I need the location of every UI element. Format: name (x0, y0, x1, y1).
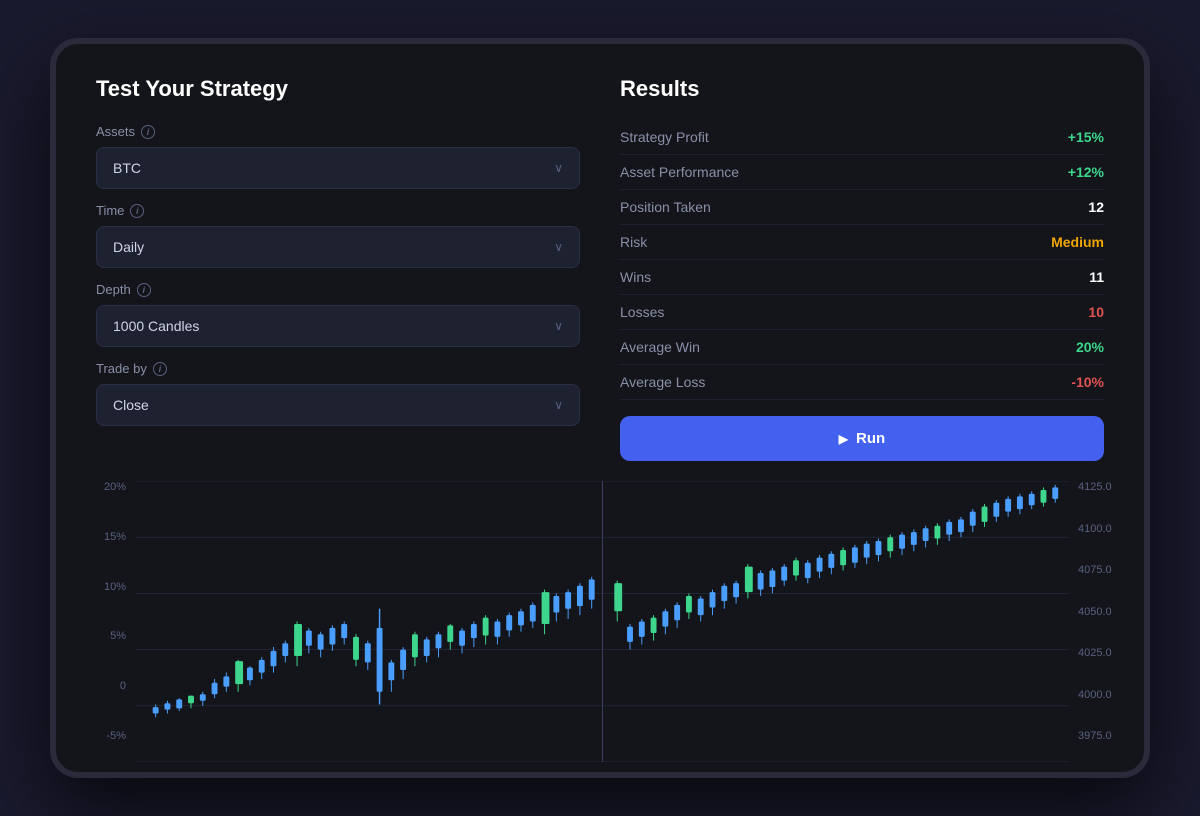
avg-win-value: 20% (1076, 339, 1104, 355)
y-right-label-0: 4125.0 (1074, 481, 1124, 493)
top-section: Test Your Strategy Assets i BTC ∨ Time (56, 44, 1144, 481)
strategy-profit-label: Strategy Profit (620, 129, 709, 145)
time-select[interactable]: Daily ∨ (96, 226, 580, 268)
device-frame: Test Your Strategy Assets i BTC ∨ Time (50, 38, 1150, 778)
result-row-asset-performance: Asset Performance +12% (620, 155, 1104, 190)
depth-chevron-icon: ∨ (554, 319, 563, 333)
y-left-label-5: -5% (96, 730, 132, 742)
y-right-label-2: 4075.0 (1074, 564, 1124, 576)
result-row-avg-loss: Average Loss -10% (620, 365, 1104, 400)
depth-info-icon[interactable]: i (137, 283, 151, 297)
wins-value: 11 (1089, 269, 1104, 285)
time-info-icon[interactable]: i (130, 204, 144, 218)
strategy-profit-value: +15% (1068, 129, 1104, 145)
result-row-avg-win: Average Win 20% (620, 330, 1104, 365)
app-container: Test Your Strategy Assets i BTC ∨ Time (56, 44, 1144, 772)
candlestick-chart (136, 481, 1069, 762)
run-button[interactable]: ▶ Run (620, 416, 1104, 461)
assets-label: Assets i (96, 124, 580, 139)
result-row-wins: Wins 11 (620, 260, 1104, 295)
y-right-label-6: 3975.0 (1074, 730, 1124, 742)
results-title: Results (620, 76, 1104, 102)
assets-select[interactable]: BTC ∨ (96, 147, 580, 189)
assets-group: Assets i BTC ∨ (96, 124, 580, 189)
tradeby-group: Trade by i Close ∨ (96, 361, 580, 426)
avg-win-label: Average Win (620, 339, 700, 355)
y-right-label-5: 4000.0 (1074, 689, 1124, 701)
avg-loss-value: -10% (1071, 374, 1104, 390)
tradeby-info-icon[interactable]: i (153, 362, 167, 376)
chart-section: 20% 15% 10% 5% 0 -5% 4125.0 4100.0 4075.… (56, 481, 1144, 772)
results-table: Strategy Profit +15% Asset Performance +… (620, 120, 1104, 400)
risk-value: Medium (1051, 234, 1104, 250)
left-panel-title: Test Your Strategy (96, 76, 580, 102)
position-taken-label: Position Taken (620, 199, 711, 215)
risk-label: Risk (620, 234, 647, 250)
depth-select[interactable]: 1000 Candles ∨ (96, 305, 580, 347)
play-icon: ▶ (839, 432, 848, 446)
y-right-label-4: 4025.0 (1074, 647, 1124, 659)
tradeby-select[interactable]: Close ∨ (96, 384, 580, 426)
asset-performance-value: +12% (1068, 164, 1104, 180)
y-left-label-2: 10% (96, 581, 132, 593)
depth-group: Depth i 1000 Candles ∨ (96, 282, 580, 347)
time-label: Time i (96, 203, 580, 218)
y-right-label-1: 4100.0 (1074, 523, 1124, 535)
assets-info-icon[interactable]: i (141, 125, 155, 139)
tradeby-chevron-icon: ∨ (554, 398, 563, 412)
position-taken-value: 12 (1088, 199, 1104, 215)
y-left-label-4: 0 (96, 680, 132, 692)
depth-label: Depth i (96, 282, 580, 297)
result-row-position-taken: Position Taken 12 (620, 190, 1104, 225)
losses-label: Losses (620, 304, 664, 320)
y-left-label-1: 15% (96, 531, 132, 543)
losses-value: 10 (1088, 304, 1104, 320)
assets-chevron-icon: ∨ (554, 161, 563, 175)
y-left-label-3: 5% (96, 630, 132, 642)
left-panel: Test Your Strategy Assets i BTC ∨ Time (96, 76, 580, 461)
asset-performance-label: Asset Performance (620, 164, 739, 180)
avg-loss-label: Average Loss (620, 374, 705, 390)
result-row-strategy-profit: Strategy Profit +15% (620, 120, 1104, 155)
wins-label: Wins (620, 269, 651, 285)
time-group: Time i Daily ∨ (96, 203, 580, 268)
y-left-label-0: 20% (96, 481, 132, 493)
tradeby-label: Trade by i (96, 361, 580, 376)
result-row-risk: Risk Medium (620, 225, 1104, 260)
result-row-losses: Losses 10 (620, 295, 1104, 330)
y-right-label-3: 4050.0 (1074, 606, 1124, 618)
right-panel: Results Strategy Profit +15% Asset Perfo… (620, 76, 1104, 461)
time-chevron-icon: ∨ (554, 240, 563, 254)
